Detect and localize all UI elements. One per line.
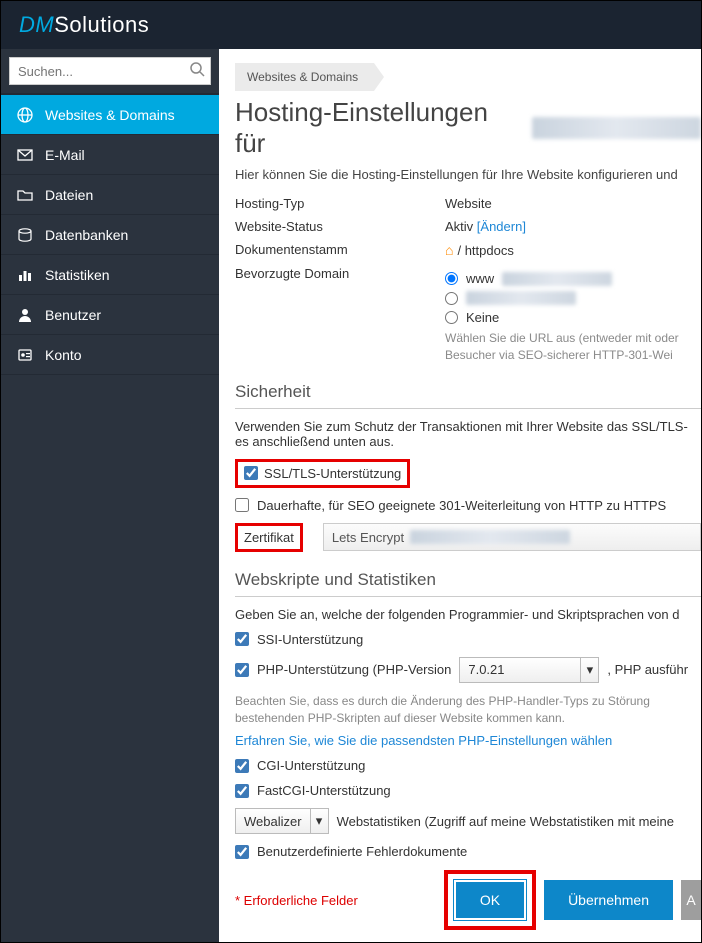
section-security-desc: Verwenden Sie zum Schutz der Transaktion… xyxy=(235,419,701,449)
seo301-checkbox[interactable] xyxy=(235,498,249,512)
php-settings-link[interactable]: Erfahren Sie, wie Sie die passendsten PH… xyxy=(235,733,701,748)
sidebar-item-email[interactable]: E-Mail xyxy=(1,135,219,175)
ok-highlight-box: OK xyxy=(444,870,536,930)
user-icon xyxy=(17,307,39,323)
apply-button[interactable]: Übernehmen xyxy=(544,880,673,920)
page-intro: Hier können Sie die Hosting-Einstellunge… xyxy=(235,167,701,182)
redacted-domain xyxy=(502,272,612,286)
website-status-label: Website-Status xyxy=(235,219,445,234)
search-icon[interactable] xyxy=(189,61,205,77)
pref-domain-none-label: Keine xyxy=(466,310,499,325)
webstats-select[interactable]: Webalizer ▾ xyxy=(235,808,329,834)
sidebar-item-users[interactable]: Benutzer xyxy=(1,295,219,335)
hosting-type-value: Website xyxy=(445,196,701,211)
globe-icon xyxy=(17,107,39,123)
php-version-select[interactable]: 7.0.21 ▾ xyxy=(459,657,599,683)
fastcgi-checkbox[interactable] xyxy=(235,784,249,798)
certificate-label: Zertifikat xyxy=(244,530,294,545)
sidebar-item-label: Websites & Domains xyxy=(45,107,175,123)
pref-domain-www-radio[interactable] xyxy=(445,272,458,285)
php-note: Beachten Sie, dass es durch die Änderung… xyxy=(235,693,701,728)
sidebar: Websites & Domains E-Mail Dateien Datenb… xyxy=(1,49,219,942)
change-status-link[interactable]: [Ändern] xyxy=(477,219,526,234)
certificate-select[interactable]: Lets Encrypt xyxy=(323,523,701,551)
sidebar-item-statistics[interactable]: Statistiken xyxy=(1,255,219,295)
redacted-domain xyxy=(466,291,576,305)
search-wrap xyxy=(1,49,219,95)
php-checkbox[interactable] xyxy=(235,663,249,677)
breadcrumb[interactable]: Websites & Domains xyxy=(235,63,374,91)
logo: DMSolutions xyxy=(19,12,149,38)
sidebar-item-label: Datenbanken xyxy=(45,227,128,243)
pref-domain-none-radio[interactable] xyxy=(445,311,458,324)
chevron-down-icon: ▾ xyxy=(310,809,328,833)
pref-domain-bare-radio[interactable] xyxy=(445,292,458,305)
sidebar-item-websites-domains[interactable]: Websites & Domains xyxy=(1,95,219,135)
website-status-value: Aktiv [Ändern] xyxy=(445,219,701,234)
sidebar-item-label: Statistiken xyxy=(45,267,110,283)
sidebar-item-account[interactable]: Konto xyxy=(1,335,219,375)
seo301-label: Dauerhafte, für SEO geeignete 301-Weiter… xyxy=(257,498,666,513)
errdocs-label: Benutzerdefinierte Fehlerdokumente xyxy=(257,844,467,859)
cgi-checkbox[interactable] xyxy=(235,759,249,773)
ok-button[interactable]: OK xyxy=(454,880,526,920)
cancel-button[interactable]: A xyxy=(681,880,701,920)
docroot-label: Dokumentenstamm xyxy=(235,242,445,258)
sidebar-item-label: Benutzer xyxy=(45,307,101,323)
cgi-label: CGI-Unterstützung xyxy=(257,758,365,773)
pref-domain-www-label: www xyxy=(466,271,494,286)
preferred-domain-label: Bevorzugte Domain xyxy=(235,266,445,364)
chevron-down-icon: ▾ xyxy=(580,658,598,682)
php-label: PHP-Unterstützung (PHP-Version xyxy=(257,662,451,677)
fastcgi-label: FastCGI-Unterstützung xyxy=(257,783,391,798)
ssi-label: SSI-Unterstützung xyxy=(257,632,363,647)
ssl-checkbox[interactable] xyxy=(244,466,258,480)
sidebar-item-files[interactable]: Dateien xyxy=(1,175,219,215)
page-title: Hosting-Einstellungen für xyxy=(235,97,701,159)
sidebar-item-label: Konto xyxy=(45,347,82,363)
ssl-label: SSL/TLS-Unterstützung xyxy=(264,466,401,481)
section-scripts-desc: Geben Sie an, welche der folgenden Progr… xyxy=(235,607,701,622)
sidebar-item-label: Dateien xyxy=(45,187,93,203)
ssl-highlight-box: SSL/TLS-Unterstützung xyxy=(235,459,410,488)
bottom-bar: * Erforderliche Felder OK Übernehmen A xyxy=(235,870,701,930)
cert-highlight-box: Zertifikat xyxy=(235,523,303,552)
section-security-heading: Sicherheit xyxy=(235,382,701,409)
php-after: , PHP ausführ xyxy=(607,662,688,677)
ssi-checkbox[interactable] xyxy=(235,632,249,646)
section-scripts-heading: Webskripte und Statistiken xyxy=(235,570,701,597)
errdocs-checkbox[interactable] xyxy=(235,845,249,859)
required-fields-note: * Erforderliche Felder xyxy=(235,893,358,908)
home-icon: ⌂ xyxy=(445,242,453,258)
account-icon xyxy=(17,347,39,363)
mail-icon xyxy=(17,147,39,163)
stats-icon xyxy=(17,267,39,283)
webstats-after: Webstatistiken (Zugriff auf meine Websta… xyxy=(337,814,674,829)
database-icon xyxy=(17,227,39,243)
redacted-cert xyxy=(410,530,570,544)
docroot-value: ⌂/ httpdocs xyxy=(445,242,701,258)
search-input[interactable] xyxy=(9,57,211,85)
topbar: DMSolutions xyxy=(1,1,701,49)
redacted-domain xyxy=(532,117,701,139)
content: Websites & Domains Hosting-Einstellungen… xyxy=(219,49,701,942)
folder-icon xyxy=(17,187,39,203)
sidebar-item-databases[interactable]: Datenbanken xyxy=(1,215,219,255)
sidebar-item-label: E-Mail xyxy=(45,147,85,163)
pref-domain-note: Wählen Sie die URL aus (entweder mit ode… xyxy=(445,330,701,364)
hosting-type-label: Hosting-Typ xyxy=(235,196,445,211)
